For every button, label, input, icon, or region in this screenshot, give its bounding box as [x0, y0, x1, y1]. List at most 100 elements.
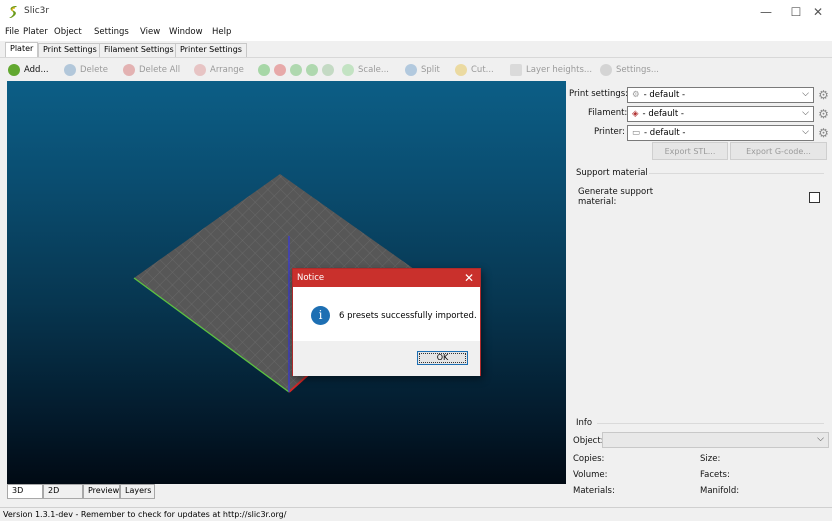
info-heading: Info — [576, 418, 593, 428]
notice-dialog: Notice ✕ i 6 presets successfully import… — [292, 268, 481, 376]
delete-label: Delete — [80, 65, 108, 75]
tab-3d[interactable]: 3D — [7, 484, 43, 499]
printer-combo[interactable]: ▭ - default - ⌵ — [627, 125, 814, 141]
generate-support-label: Generate support material: — [578, 187, 654, 207]
gear-icon: ⚙ — [632, 90, 640, 100]
tab-plater[interactable]: Plater — [5, 42, 39, 58]
arrange-button[interactable]: Arrange — [194, 62, 244, 78]
menu-bar: File Plater Object Settings View Window … — [0, 24, 832, 41]
rotate-left-button[interactable] — [290, 62, 306, 78]
delete-all-label: Delete All — [139, 65, 181, 75]
arrange-label: Arrange — [210, 65, 244, 75]
menu-help[interactable]: Help — [212, 27, 231, 37]
printer-icon: ▭ — [632, 128, 641, 138]
manifold-label: Manifold: — [700, 486, 740, 496]
ok-button[interactable]: OK — [417, 351, 468, 365]
cut-button[interactable]: Cut... — [455, 62, 494, 78]
dialog-title-bar: Notice ✕ — [293, 269, 480, 287]
split-button[interactable]: Split — [405, 62, 440, 78]
print-settings-gear-icon[interactable]: ⚙ — [817, 89, 830, 102]
filament-combo[interactable]: ◈ - default - ⌵ — [627, 106, 814, 122]
gear-icon — [600, 64, 612, 76]
title-bar: Slic3r — ☐ ✕ — [0, 0, 832, 24]
filament-label: Filament: — [588, 108, 628, 118]
view-tabs: 3D 2D Preview Layers — [7, 484, 566, 499]
materials-label: Materials: — [573, 486, 615, 496]
rotate-right-icon — [306, 64, 318, 76]
rotate-left-icon — [290, 64, 302, 76]
toolbar: Add... Delete Delete All Arrange Scale..… — [0, 57, 832, 80]
tab-print-settings[interactable]: Print Settings — [38, 43, 102, 57]
delete-button[interactable]: Delete — [64, 62, 108, 78]
split-icon — [405, 64, 417, 76]
tab-preview[interactable]: Preview — [83, 484, 120, 499]
slic3r-logo-icon — [9, 6, 17, 18]
tab-layers[interactable]: Layers — [120, 484, 155, 499]
layer-heights-label: Layer heights... — [526, 65, 593, 75]
print-bed — [133, 174, 422, 393]
tab-2d[interactable]: 2D — [43, 484, 83, 499]
dialog-message: 6 presets successfully imported. — [339, 311, 477, 321]
section-divider — [649, 173, 824, 174]
menu-view[interactable]: View — [140, 27, 160, 37]
printer-value: - default - — [644, 128, 686, 138]
export-stl-button[interactable]: Export STL... — [652, 142, 728, 160]
close-window-button[interactable]: ✕ — [803, 3, 832, 21]
add-icon — [8, 64, 20, 76]
filament-gear-icon[interactable]: ⚙ — [817, 108, 830, 121]
split-label: Split — [421, 65, 440, 75]
plus-icon — [258, 64, 270, 76]
layers-icon — [510, 64, 522, 76]
3d-canvas[interactable] — [7, 81, 566, 484]
add-label: Add... — [24, 65, 49, 75]
rotate-right-button[interactable] — [306, 62, 322, 78]
cut-label: Cut... — [471, 65, 494, 75]
printer-label: Printer: — [594, 127, 625, 137]
print-settings-label: Print settings: — [569, 89, 629, 99]
window-title: Slic3r — [24, 6, 50, 16]
tab-printer-settings[interactable]: Printer Settings — [175, 43, 247, 57]
scale-button[interactable]: Scale... — [342, 62, 389, 78]
cut-icon — [455, 64, 467, 76]
rotate-icon — [322, 64, 334, 76]
minus-icon — [274, 64, 286, 76]
main-tabs: Plater Print Settings Filament Settings … — [0, 41, 832, 58]
dialog-footer: OK — [293, 341, 480, 376]
print-settings-combo[interactable]: ⚙ - default - ⌵ — [627, 87, 814, 103]
object-settings-button[interactable]: Settings... — [600, 62, 659, 78]
decrease-copies-button[interactable] — [274, 62, 290, 78]
minimize-button[interactable]: — — [751, 3, 781, 21]
object-label: Object: — [573, 436, 604, 446]
menu-settings[interactable]: Settings — [94, 27, 129, 37]
copies-label: Copies: — [573, 454, 605, 464]
facets-label: Facets: — [700, 470, 730, 480]
right-panel: Print settings: ⚙ - default - ⌵ ⚙ Filame… — [567, 81, 832, 501]
delete-all-button[interactable]: Delete All — [123, 62, 180, 78]
chevron-down-icon: ⌵ — [817, 434, 824, 444]
export-gcode-button[interactable]: Export G-code... — [730, 142, 827, 160]
support-material-heading: Support material — [576, 168, 648, 178]
menu-object[interactable]: Object — [54, 27, 82, 37]
layer-heights-button[interactable]: Layer heights... — [510, 62, 592, 78]
info-icon: i — [311, 306, 330, 325]
close-icon[interactable]: ✕ — [464, 271, 474, 285]
delete-icon — [64, 64, 76, 76]
chevron-down-icon: ⌵ — [802, 127, 809, 137]
object-combo[interactable]: ⌵ — [602, 432, 829, 448]
menu-plater[interactable]: Plater — [23, 27, 48, 37]
add-button[interactable]: Add... — [8, 62, 49, 78]
print-settings-value: - default - — [643, 90, 686, 100]
scale-icon — [342, 64, 354, 76]
generate-support-checkbox[interactable] — [809, 192, 820, 203]
increase-copies-button[interactable] — [258, 62, 274, 78]
printer-gear-icon[interactable]: ⚙ — [817, 127, 830, 140]
size-label: Size: — [700, 454, 721, 464]
object-settings-label: Settings... — [616, 65, 659, 75]
menu-window[interactable]: Window — [169, 27, 203, 37]
menu-file[interactable]: File — [5, 27, 19, 37]
rotate-button[interactable] — [322, 62, 338, 78]
tab-filament-settings[interactable]: Filament Settings — [99, 43, 179, 57]
scale-label: Scale... — [358, 65, 389, 75]
volume-label: Volume: — [573, 470, 608, 480]
dialog-title: Notice — [297, 273, 325, 283]
